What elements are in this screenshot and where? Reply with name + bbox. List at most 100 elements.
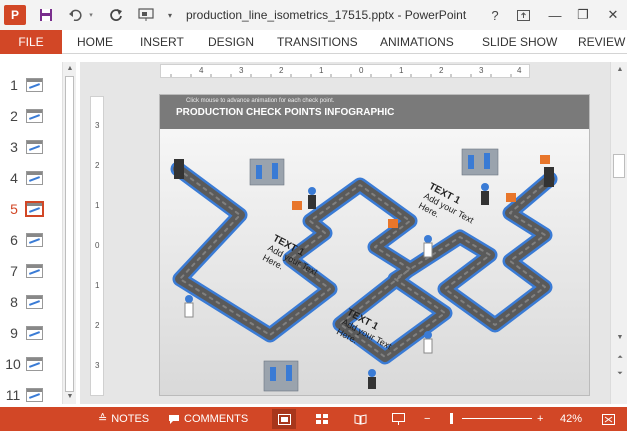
thumbnail-scrollbar[interactable]: ▲ ▼ xyxy=(62,62,76,404)
notes-button[interactable]: ≙ NOTES xyxy=(98,407,149,431)
tab-review[interactable]: REVIEW xyxy=(578,30,625,54)
slide-thumbnail[interactable]: 7 xyxy=(0,260,60,284)
tab-home[interactable]: HOME xyxy=(77,30,113,54)
notes-label: NOTES xyxy=(111,413,150,425)
ruler-label: 4 xyxy=(517,66,522,75)
undo-dropdown-icon[interactable]: ▾ xyxy=(86,6,96,24)
slide-preview[interactable] xyxy=(26,326,43,340)
slide-preview[interactable] xyxy=(26,109,43,123)
tab-slide-show[interactable]: SLIDE SHOW xyxy=(482,30,557,54)
comments-button[interactable]: COMMENTS xyxy=(168,407,248,431)
notes-icon: ≙ xyxy=(98,413,108,425)
ruler-label: 0 xyxy=(95,241,100,250)
ruler-label: 3 xyxy=(95,121,100,130)
ruler-label: 2 xyxy=(439,66,444,75)
close-icon[interactable]: ✕ xyxy=(602,5,624,25)
title-bar: P ▾ ▾ production_line_isometrics_17515.p… xyxy=(0,0,627,30)
normal-view-icon[interactable] xyxy=(272,409,296,429)
tab-file[interactable]: FILE xyxy=(0,30,62,54)
ribbon-display-icon[interactable] xyxy=(512,5,534,25)
slide-title[interactable]: PRODUCTION CHECK POINTS INFOGRAPHIC xyxy=(176,107,394,118)
tab-design[interactable]: DESIGN xyxy=(208,30,254,54)
zoom-level[interactable]: 42% xyxy=(560,407,582,431)
fit-slide-to-window-icon[interactable] xyxy=(596,409,620,429)
ruler-label: 0 xyxy=(359,66,364,75)
slide-preview[interactable] xyxy=(26,140,43,154)
slide-hint-text[interactable]: Click mouse to advance animation for eac… xyxy=(186,98,334,104)
horizontal-ruler: 4 3 2 1 0 1 2 3 4 xyxy=(160,64,530,78)
slide-thumbnail[interactable]: 2 xyxy=(0,105,60,129)
document-title: production_line_isometrics_17515.pptx - … xyxy=(186,8,467,22)
zoom-in-button[interactable]: + xyxy=(537,407,543,431)
reading-view-icon[interactable] xyxy=(348,409,372,429)
scrollbar-thumb[interactable] xyxy=(613,154,625,178)
slide-number: 7 xyxy=(10,263,18,279)
slide-number: 2 xyxy=(10,108,18,124)
slide-preview[interactable] xyxy=(26,388,43,402)
slide-preview[interactable] xyxy=(26,357,43,371)
slide-number: 8 xyxy=(10,294,18,310)
slide-preview[interactable] xyxy=(26,233,43,247)
scrollbar-thumb[interactable] xyxy=(65,76,74,392)
customize-qat-icon[interactable]: ▾ xyxy=(164,6,176,24)
ruler-label: 3 xyxy=(479,66,484,75)
editor-vertical-scrollbar[interactable]: ▲ ▼ ⏶ ⏷ xyxy=(610,62,627,404)
zoom-slider[interactable] xyxy=(462,418,532,419)
redo-icon[interactable] xyxy=(106,6,126,24)
minimize-icon[interactable]: — xyxy=(544,5,566,25)
next-slide-icon[interactable]: ⏷ xyxy=(613,368,627,380)
slide-preview[interactable] xyxy=(25,201,44,217)
powerpoint-logo-icon: P xyxy=(4,5,26,25)
slide-thumbnail[interactable]: 6 xyxy=(0,229,60,253)
slide-number: 6 xyxy=(10,232,18,248)
save-icon[interactable] xyxy=(36,6,56,24)
status-bar: ≙ NOTES COMMENTS − + 42% xyxy=(0,407,627,431)
slide-thumbnail[interactable]: 10 xyxy=(0,353,60,377)
ruler-label: 3 xyxy=(95,361,100,370)
slide-number: 10 xyxy=(5,356,21,372)
ruler-label: 2 xyxy=(95,321,100,330)
powerpoint-window: P ▾ ▾ production_line_isometrics_17515.p… xyxy=(0,0,627,431)
slide-preview[interactable] xyxy=(26,264,43,278)
slide-thumbnail[interactable]: 1 xyxy=(0,74,60,98)
slide-thumbnail[interactable]: 4 xyxy=(0,167,60,191)
slide-thumbnail[interactable]: 9 xyxy=(0,322,60,346)
scroll-up-icon[interactable]: ▲ xyxy=(63,63,77,75)
slide-show-icon[interactable] xyxy=(386,409,410,429)
zoom-out-button[interactable]: − xyxy=(424,407,430,431)
slide-number: 4 xyxy=(10,170,18,186)
slide-preview[interactable] xyxy=(26,171,43,185)
tab-transitions[interactable]: TRANSITIONS xyxy=(277,30,358,54)
comments-label: COMMENTS xyxy=(184,413,249,425)
ruler-label: 1 xyxy=(319,66,324,75)
tab-animations[interactable]: ANIMATIONS xyxy=(380,30,454,54)
slide-preview[interactable] xyxy=(26,295,43,309)
restore-icon[interactable]: ❐ xyxy=(572,5,594,25)
slide-thumbnail[interactable]: 8 xyxy=(0,291,60,315)
ruler-label: 2 xyxy=(279,66,284,75)
tab-insert[interactable]: INSERT xyxy=(140,30,184,54)
scroll-up-icon[interactable]: ▲ xyxy=(613,64,627,76)
slide-sorter-icon[interactable] xyxy=(310,409,334,429)
slide-number: 11 xyxy=(5,387,21,403)
ruler-label: 3 xyxy=(239,66,244,75)
previous-slide-icon[interactable]: ⏶ xyxy=(613,352,627,364)
undo-icon[interactable] xyxy=(66,6,86,24)
slide-thumbnail[interactable]: 11 xyxy=(0,384,60,408)
slide-number: 3 xyxy=(10,139,18,155)
slide-preview[interactable] xyxy=(26,78,43,92)
ruler-label: 1 xyxy=(95,281,100,290)
scroll-down-icon[interactable]: ▼ xyxy=(613,332,627,344)
comments-icon xyxy=(169,414,179,424)
help-icon[interactable]: ? xyxy=(484,5,506,25)
slide-thumbnail[interactable]: 3 xyxy=(0,136,60,160)
scroll-down-icon[interactable]: ▼ xyxy=(63,391,77,403)
ruler-label: 1 xyxy=(399,66,404,75)
present-from-start-icon[interactable] xyxy=(136,6,156,24)
ruler-label: 2 xyxy=(95,161,100,170)
slide-header-band: Click mouse to advance animation for eac… xyxy=(160,95,589,129)
zoom-slider-thumb[interactable] xyxy=(450,413,453,424)
slide-thumbnail-active[interactable]: 5 xyxy=(0,198,60,222)
ruler-label: 1 xyxy=(95,201,100,210)
slide-canvas[interactable]: Click mouse to advance animation for eac… xyxy=(159,94,590,396)
